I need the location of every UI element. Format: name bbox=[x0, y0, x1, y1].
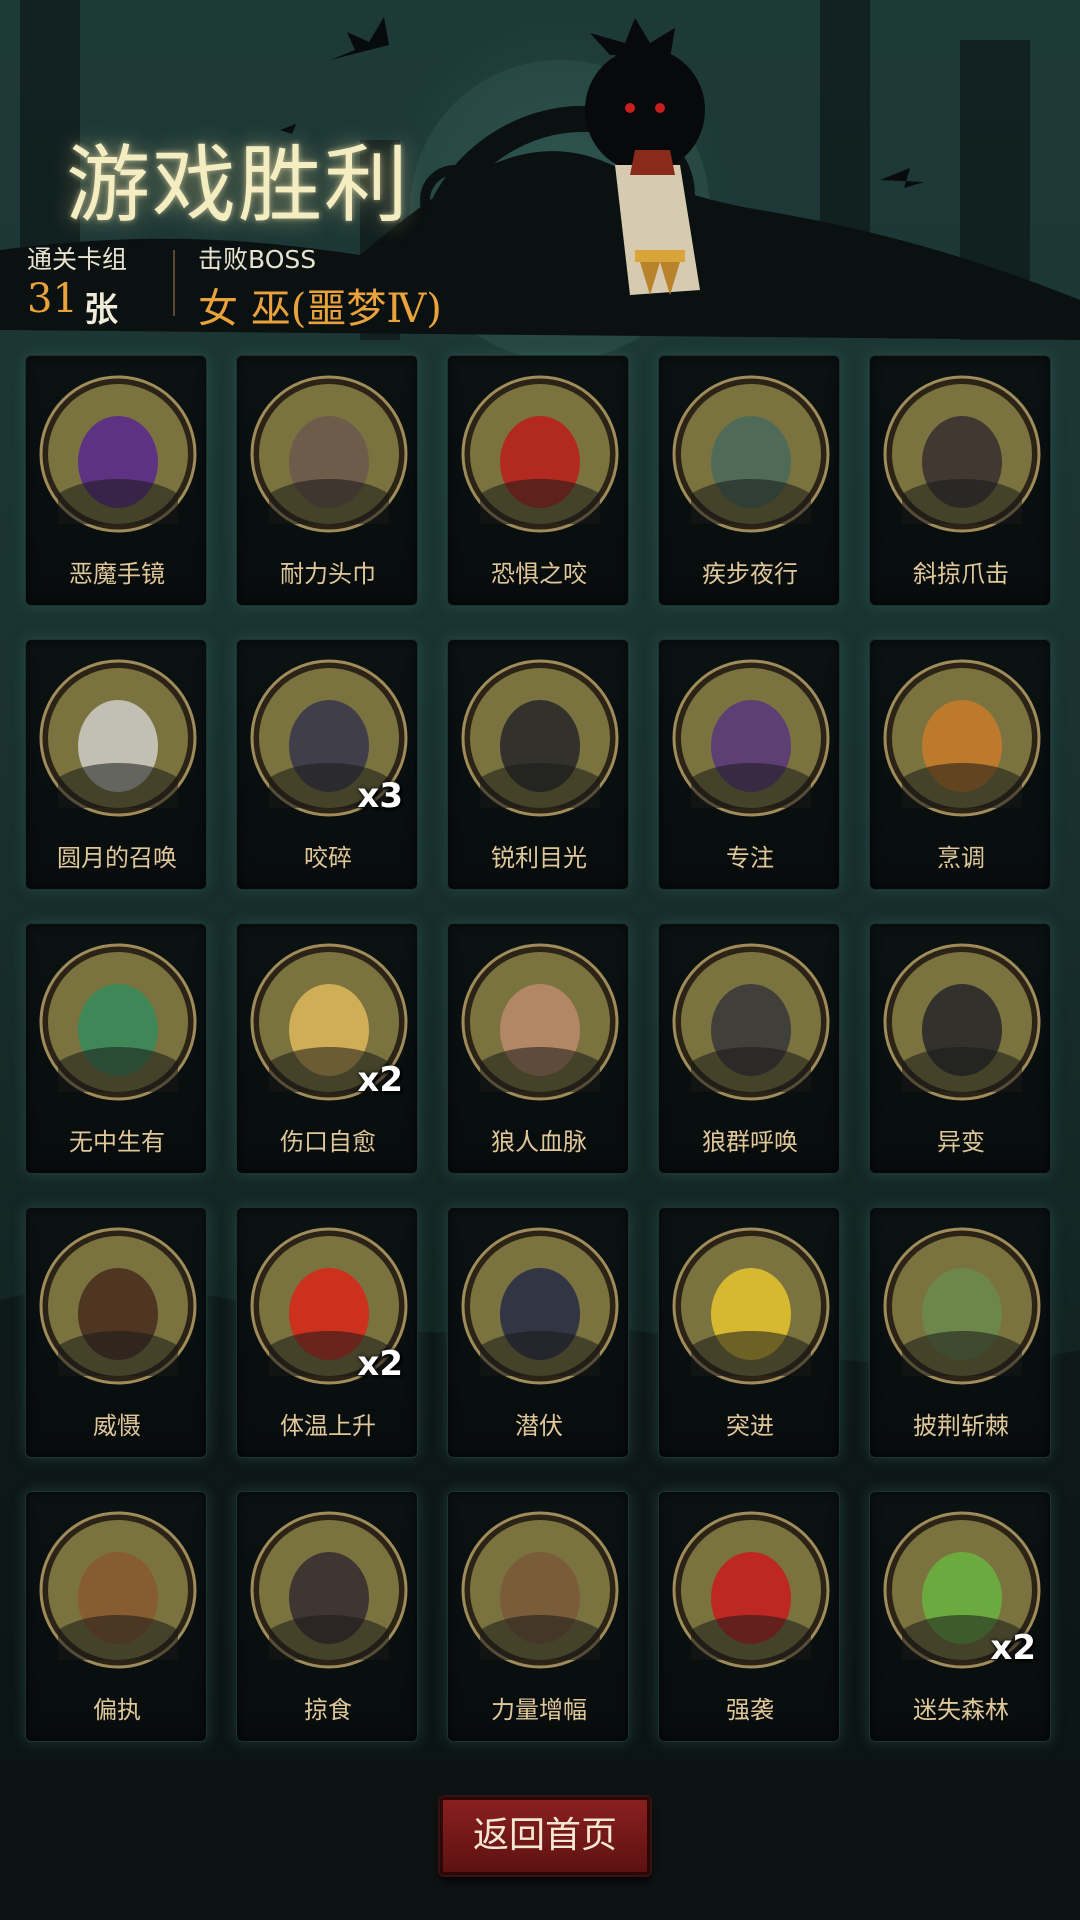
card-label: 异变 bbox=[937, 1128, 985, 1156]
bandana-icon bbox=[250, 375, 408, 533]
stats-divider bbox=[173, 250, 175, 316]
charge-icon bbox=[672, 1227, 830, 1385]
card-item[interactable]: 无中生有 bbox=[25, 923, 207, 1174]
card-item[interactable]: 疾步夜行 bbox=[658, 355, 840, 606]
card-label: 耐力头巾 bbox=[280, 560, 376, 588]
demon-mirror-icon bbox=[39, 375, 197, 533]
card-item[interactable]: 狼群呼唤 bbox=[658, 923, 840, 1174]
card-label: 伤口自愈 bbox=[280, 1128, 376, 1156]
strength-boost-icon bbox=[461, 1511, 619, 1669]
card-item[interactable]: 掠食 bbox=[236, 1491, 418, 1742]
card-label: 狼群呼唤 bbox=[702, 1128, 798, 1156]
card-count-badge: x2 bbox=[990, 1628, 1036, 1668]
focus-wizard-icon bbox=[672, 659, 830, 817]
card-label: 斜掠爪击 bbox=[913, 560, 1009, 588]
card-item[interactable]: 威慑 bbox=[25, 1207, 207, 1458]
card-item[interactable]: 伤口自愈 x2 bbox=[236, 923, 418, 1174]
card-item[interactable]: 潜伏 bbox=[447, 1207, 629, 1458]
card-label: 疾步夜行 bbox=[702, 560, 798, 588]
card-item[interactable]: 披荆斩棘 bbox=[869, 1207, 1051, 1458]
card-label: 强袭 bbox=[726, 1696, 774, 1724]
something-from-nothing-icon bbox=[39, 943, 197, 1101]
card-item[interactable]: 异变 bbox=[869, 923, 1051, 1174]
fear-bite-icon bbox=[461, 375, 619, 533]
card-item[interactable]: 专注 bbox=[658, 639, 840, 890]
card-item[interactable]: 偏执 bbox=[25, 1491, 207, 1742]
card-item[interactable]: 狼人血脉 bbox=[447, 923, 629, 1174]
card-label: 圆月的召唤 bbox=[57, 844, 177, 872]
card-item[interactable]: 耐力头巾 bbox=[236, 355, 418, 606]
return-home-button[interactable]: 返回首页 bbox=[440, 1797, 650, 1875]
card-label: 狼人血脉 bbox=[491, 1128, 587, 1156]
card-item[interactable]: 强袭 bbox=[658, 1491, 840, 1742]
cut-thorns-icon bbox=[883, 1227, 1041, 1385]
card-label: 掠食 bbox=[304, 1696, 352, 1724]
card-label: 专注 bbox=[726, 844, 774, 872]
card-item[interactable]: 圆月的召唤 bbox=[25, 639, 207, 890]
card-count-badge: x3 bbox=[357, 776, 403, 816]
lurk-icon bbox=[461, 1227, 619, 1385]
card-item[interactable]: 恐惧之咬 bbox=[447, 355, 629, 606]
card-count-badge: x2 bbox=[357, 1344, 403, 1384]
intimidate-icon bbox=[39, 1227, 197, 1385]
card-item[interactable]: 锐利目光 bbox=[447, 639, 629, 890]
card-label: 恐惧之咬 bbox=[491, 560, 587, 588]
card-label: 体温上升 bbox=[280, 1412, 376, 1440]
deck-count-unit: 张 bbox=[84, 290, 118, 330]
card-label: 无中生有 bbox=[69, 1128, 165, 1156]
night-stride-icon bbox=[672, 375, 830, 533]
card-item[interactable]: 突进 bbox=[658, 1207, 840, 1458]
claw-strike-icon bbox=[883, 375, 1041, 533]
card-label: 烹调 bbox=[937, 844, 985, 872]
card-label: 咬碎 bbox=[304, 844, 352, 872]
assault-icon bbox=[672, 1511, 830, 1669]
paranoia-icon bbox=[39, 1511, 197, 1669]
pack-call-icon bbox=[672, 943, 830, 1101]
card-item[interactable]: 迷失森林 x2 bbox=[869, 1491, 1051, 1742]
card-item[interactable]: 恶魔手镜 bbox=[25, 355, 207, 606]
card-label: 锐利目光 bbox=[491, 844, 587, 872]
card-item[interactable]: 烹调 bbox=[869, 639, 1051, 890]
card-label: 威慑 bbox=[93, 1412, 141, 1440]
card-item[interactable]: 咬碎 x3 bbox=[236, 639, 418, 890]
sharp-gaze-icon bbox=[461, 659, 619, 817]
victory-title: 游戏胜利 bbox=[66, 136, 411, 234]
werewolf-blood-icon bbox=[461, 943, 619, 1101]
predation-icon bbox=[250, 1511, 408, 1669]
card-label: 偏执 bbox=[93, 1696, 141, 1724]
card-count-badge: x2 bbox=[357, 1060, 403, 1100]
mutation-icon bbox=[883, 943, 1041, 1101]
card-item[interactable]: 力量增幅 bbox=[447, 1491, 629, 1742]
boss-name: 女 巫(噩梦Ⅳ) bbox=[198, 286, 442, 332]
card-label: 突进 bbox=[726, 1412, 774, 1440]
card-label: 恶魔手镜 bbox=[69, 560, 165, 588]
boss-label: 击败BOSS bbox=[198, 245, 317, 274]
cooking-fox-icon bbox=[883, 659, 1041, 817]
card-label: 迷失森林 bbox=[913, 1696, 1009, 1724]
card-item[interactable]: 斜掠爪击 bbox=[869, 355, 1051, 606]
full-moon-icon bbox=[39, 659, 197, 817]
card-label: 力量增幅 bbox=[491, 1696, 587, 1724]
card-label: 披荆斩棘 bbox=[913, 1412, 1009, 1440]
card-label: 潜伏 bbox=[515, 1412, 563, 1440]
deck-count-value: 31 bbox=[27, 276, 78, 322]
card-item[interactable]: 体温上升 x2 bbox=[236, 1207, 418, 1458]
deck-count-label: 通关卡组 bbox=[27, 245, 128, 274]
